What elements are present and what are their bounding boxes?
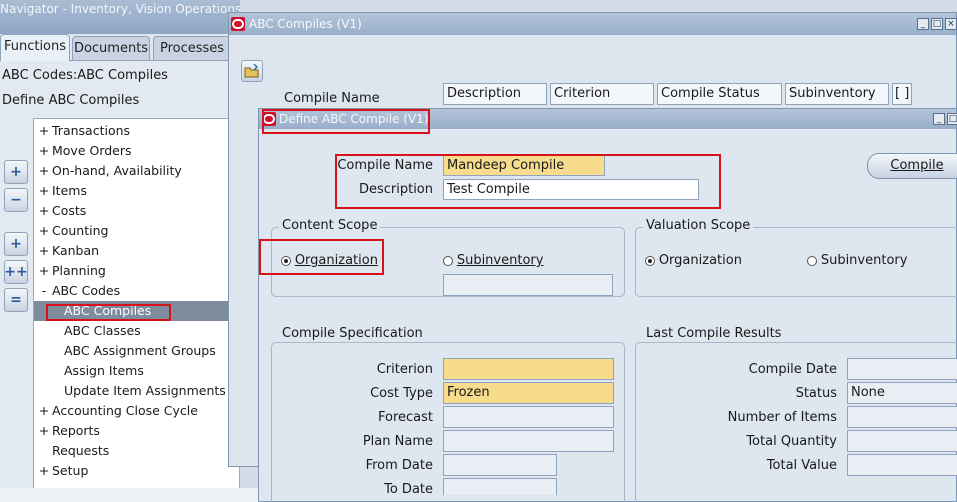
number-of-items-label: Number of Items (727, 410, 837, 425)
valuation-organization-radio[interactable]: Organization (645, 253, 742, 268)
content-subinventory-radio[interactable]: Subinventory (443, 253, 543, 268)
number-of-items-field[interactable] (847, 406, 957, 428)
col-compile-name: Compile Name (284, 91, 380, 106)
expand-button[interactable]: + (4, 160, 28, 184)
content-scope-title: Content Scope (279, 218, 381, 233)
highlight-header-fields (335, 154, 721, 209)
from-date-label: From Date (365, 458, 433, 473)
cost-type-field[interactable]: Frozen (443, 382, 614, 404)
criterion-label: Criterion (376, 362, 433, 377)
tree-item-abc-codes[interactable]: - ABC Codes (36, 281, 120, 301)
criterion-field[interactable] (443, 358, 614, 380)
maximize-icon[interactable]: □ (947, 113, 957, 125)
expand-branch-icon: + (10, 236, 22, 252)
tree-item-counting[interactable]: + Counting (36, 221, 109, 241)
radio-unselected-icon (443, 255, 453, 266)
tab-functions[interactable]: Functions (0, 34, 70, 61)
close-icon[interactable]: × (945, 18, 957, 30)
total-value-field[interactable] (847, 454, 957, 476)
navigator-path: ABC Codes:ABC Compiles (2, 68, 168, 83)
oracle-icon (231, 17, 245, 31)
col-criterion[interactable]: Criterion (550, 83, 654, 105)
plus-icon: + (10, 164, 22, 180)
col-description[interactable]: Description (443, 83, 547, 105)
tree-item-requests[interactable]: Requests (36, 441, 109, 461)
highlight-define-title (262, 109, 430, 134)
total-value-label: Total Value (766, 458, 837, 473)
tree-item-update-item-assignments[interactable]: Update Item Assignments (64, 381, 226, 401)
forecast-label: Forecast (377, 410, 433, 425)
abc-compiles-title-bar[interactable]: ABC Compiles (V1) (229, 13, 956, 35)
tree-item-kanban[interactable]: + Kanban (36, 241, 99, 261)
open-folder-icon (244, 63, 259, 78)
forecast-field[interactable] (443, 406, 614, 428)
tree-item-move-orders[interactable]: + Move Orders (36, 141, 132, 161)
cost-type-label: Cost Type (370, 386, 433, 401)
to-date-label: To Date (384, 482, 433, 494)
tree-item-on-hand[interactable]: + On-hand, Availability (36, 161, 182, 181)
compile-button[interactable]: Compile (867, 153, 957, 179)
tree-item-assign-items[interactable]: Assign Items (64, 361, 144, 381)
last-compile-results-title: Last Compile Results (643, 326, 785, 341)
col-subinventory[interactable]: Subinventory (785, 83, 889, 105)
navigator-title-bar[interactable]: Navigator - Inventory, Vision Operations… (0, 0, 240, 34)
to-date-field[interactable] (443, 478, 557, 495)
tree-item-costs[interactable]: + Costs (36, 201, 87, 221)
maximize-icon[interactable]: □ (931, 18, 943, 30)
abc-compiles-title: ABC Compiles (V1) (249, 17, 362, 31)
tree-item-items[interactable]: + Items (36, 181, 87, 201)
compile-date-label: Compile Date (748, 362, 837, 377)
col-compile-status[interactable]: Compile Status (657, 83, 782, 105)
minimize-icon[interactable]: _ (917, 18, 929, 30)
tree-item-accounting-close-cycle[interactable]: + Accounting Close Cycle (36, 401, 198, 421)
plan-name-field[interactable] (443, 430, 614, 452)
minimize-icon[interactable]: _ (933, 113, 945, 125)
tab-processes[interactable]: Processes (153, 36, 231, 60)
col-folder-brackets[interactable]: [ ] (892, 83, 912, 105)
from-date-field[interactable] (443, 454, 557, 476)
tree-item-abc-assignment-groups[interactable]: ABC Assignment Groups (64, 341, 216, 361)
highlight-content-organization (259, 239, 384, 275)
radio-unselected-icon (807, 255, 817, 266)
collapse-all-icon: = (10, 292, 22, 308)
tab-documents[interactable]: Documents (72, 36, 150, 60)
total-quantity-label: Total Quantity (746, 434, 837, 449)
radio-selected-icon (645, 255, 655, 266)
status-label: Status (795, 386, 837, 401)
total-quantity-field[interactable] (847, 430, 957, 452)
define-abc-compile-window: Define ABC Compile (V1) _ □ Compile Name… (258, 108, 957, 502)
valuation-subinventory-radio[interactable]: Subinventory (807, 253, 907, 268)
plan-name-label: Plan Name (362, 434, 433, 449)
collapse-button[interactable]: − (4, 188, 28, 212)
expand-all-button[interactable]: ++ (4, 260, 28, 284)
content-subinventory-field[interactable] (443, 274, 613, 296)
navigator-title: Navigator - Inventory, Vision Operations… (0, 2, 240, 16)
tree-item-transactions[interactable]: + Transactions (36, 121, 130, 141)
tree-item-abc-classes[interactable]: ABC Classes (64, 321, 141, 341)
compile-date-field[interactable] (847, 358, 957, 380)
tree-item-setup[interactable]: + Setup (36, 461, 89, 481)
expand-all-icon: ++ (4, 264, 28, 280)
minus-icon: − (10, 192, 22, 208)
navigator-heading: Define ABC Compiles (2, 93, 140, 108)
bottom-strip (0, 488, 258, 502)
open-folder-button[interactable] (241, 60, 263, 82)
collapse-all-button[interactable]: = (4, 288, 28, 312)
compile-spec-title: Compile Specification (279, 326, 426, 341)
expand-branch-button[interactable]: + (4, 232, 28, 256)
tree-item-reports[interactable]: + Reports (36, 421, 100, 441)
highlight-abc-compiles (46, 304, 171, 321)
valuation-scope-title: Valuation Scope (643, 218, 754, 233)
status-field[interactable]: None (847, 382, 957, 404)
tree-item-planning[interactable]: + Planning (36, 261, 106, 281)
navigator-window: Navigator - Inventory, Vision Operations… (0, 0, 240, 502)
